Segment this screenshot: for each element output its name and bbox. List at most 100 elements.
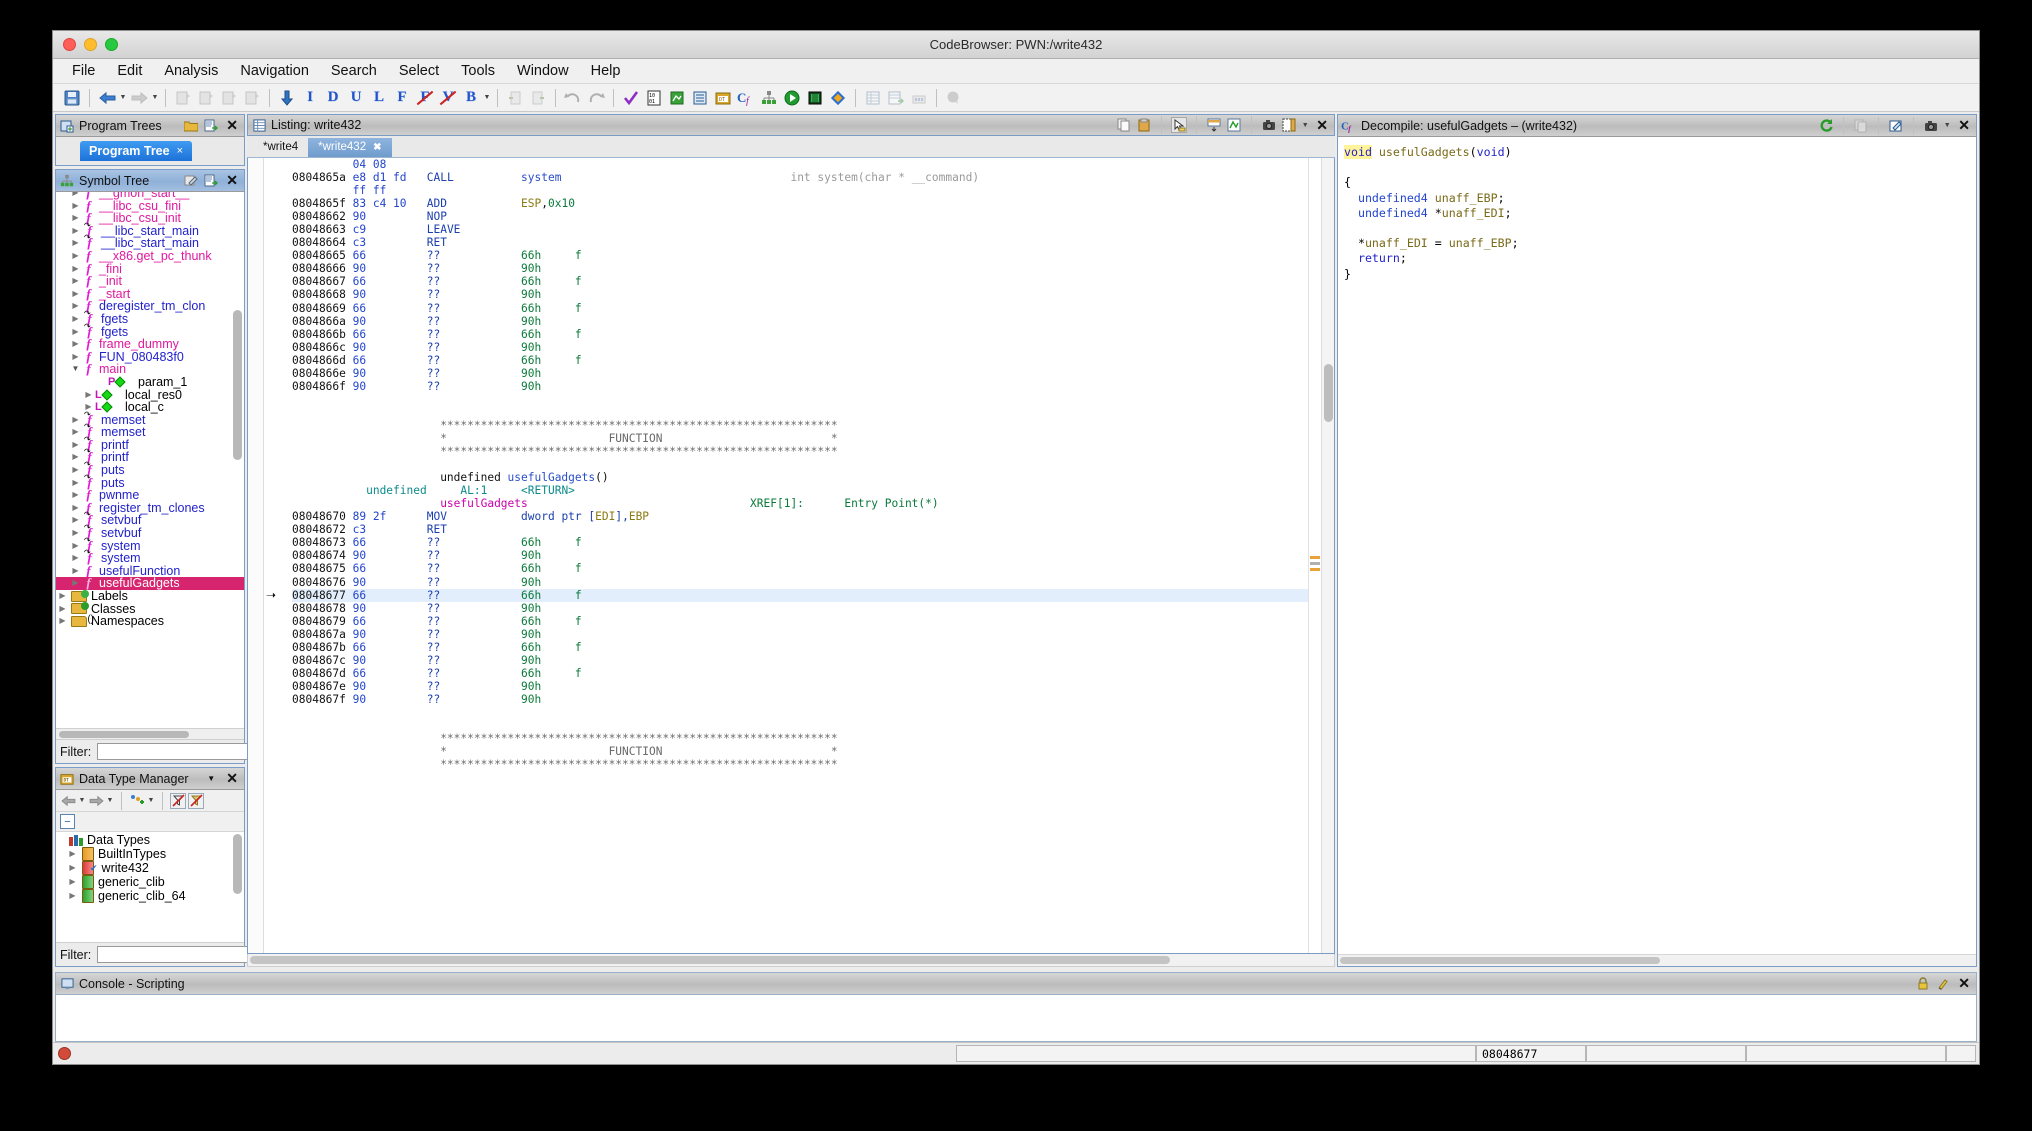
decompile-line[interactable]: undefined4 unaff_EBP; [1344, 191, 1970, 206]
refresh-icon[interactable] [1818, 118, 1834, 134]
chevron-right-icon[interactable]: ▶ [69, 300, 82, 313]
chevron-right-icon[interactable]: ▶ [69, 502, 82, 515]
lock-icon[interactable] [1915, 976, 1931, 992]
close-icon-3[interactable]: ✕ [223, 770, 241, 787]
chevron-right-icon[interactable]: ▶ [69, 275, 82, 288]
listing-row[interactable]: 08048674 90 ?? 90h [292, 549, 1308, 562]
register-manager-icon[interactable] [689, 87, 711, 109]
listing-tab-write4[interactable]: *write4 [253, 138, 308, 157]
chevron-right-icon[interactable]: ▶ [69, 577, 82, 590]
filter-pointer-off-icon[interactable] [188, 792, 204, 809]
chevron-right-icon[interactable]: ▶ [69, 351, 82, 364]
listing-row[interactable]: 0804867c 90 ?? 90h [292, 654, 1308, 667]
data-type-item-generic_clib_64[interactable]: ▶ generic_clib_64 [56, 889, 244, 903]
listing-row[interactable]: 08048662 90 NOP [292, 210, 1308, 223]
listing-row[interactable]: 0804867e 90 ?? 90h [292, 680, 1308, 693]
chevron-right-icon[interactable]: ▶ [69, 565, 82, 578]
edit-icon-2[interactable] [1888, 118, 1904, 134]
chevron-right-icon[interactable]: ▶ [56, 603, 69, 616]
forward-dropdown-icon[interactable]: ▼ [151, 87, 159, 109]
chevron-right-icon[interactable]: ▶ [69, 212, 82, 225]
listing-row[interactable]: 08048675 66 ?? 66h f [292, 562, 1308, 575]
clear-letter-v-icon[interactable]: V [437, 87, 459, 109]
dtm-forward-arrow-icon[interactable] [88, 793, 104, 809]
symbol-tree-filter-input[interactable] [97, 743, 261, 760]
data-type-manager-body[interactable]: Data Types ▶ BuiltInTypes ▶ ✔ write432 ▶ generi… [56, 832, 244, 942]
chevron-right-icon[interactable]: ▶ [56, 615, 69, 628]
decompile-chevron-down-icon[interactable]: ▼ [1943, 115, 1951, 137]
chevron-right-icon[interactable]: ▶ [69, 225, 82, 238]
chevron-down-icon[interactable]: ▼ [69, 363, 82, 376]
listing-row[interactable]: 08048679 66 ?? 66h f [292, 615, 1308, 628]
copy-icon-2[interactable] [1853, 118, 1869, 134]
chevron-right-icon[interactable]: ▶ [56, 590, 69, 603]
paste-icon[interactable] [1136, 117, 1152, 133]
memory-chip-icon[interactable] [804, 87, 826, 109]
new-datatype-dropdown-icon[interactable]: ▼ [147, 790, 155, 812]
decompile-line[interactable] [1344, 160, 1970, 175]
decompile-line[interactable]: void usefulGadgets(void) [1344, 145, 1970, 160]
select-cursor-icon[interactable] [1171, 117, 1188, 133]
chevron-right-icon[interactable]: ▶ [69, 237, 82, 250]
listing-row[interactable]: 08048665 66 ?? 66h f [292, 249, 1308, 262]
listing-code[interactable]: 04 08 0804865a e8 d1 fd CALL system int s… [292, 158, 1308, 771]
chevron-right-icon[interactable]: ▶ [69, 414, 82, 427]
undefine-letter-u-icon[interactable]: U [345, 87, 367, 109]
data-types-root[interactable]: Data Types [56, 833, 244, 847]
symbol-tree-body[interactable]: ▶ f __gmon_start__ ▶ f __libc_csu_fini ▶ f __lib… [56, 192, 244, 728]
data-type-list[interactable]: Data Types ▶ BuiltInTypes ▶ ✔ write432 ▶ generi… [56, 832, 244, 942]
chevron-right-icon[interactable]: ▶ [69, 552, 82, 565]
listing-row[interactable]: 0804867b 66 ?? 66h f [292, 641, 1308, 654]
menu-navigation[interactable]: Navigation [229, 61, 320, 81]
chevron-right-icon[interactable]: ▶ [69, 250, 82, 263]
listing-row[interactable]: 08048663 c9 LEAVE [292, 223, 1308, 236]
chevron-right-icon[interactable]: ▶ [69, 439, 82, 452]
clear-icon[interactable] [1935, 976, 1951, 992]
listing-row[interactable]: 0804865a e8 d1 fd CALL system int system… [292, 171, 1308, 184]
back-dropdown-icon[interactable]: ▼ [119, 87, 127, 109]
snapshot-window-icon[interactable] [172, 87, 194, 109]
dtm-back-arrow-icon[interactable] [60, 793, 76, 809]
snapshot-icon-2[interactable] [203, 173, 219, 189]
symbol-tree-item-param_1[interactable]: Pparam_1 [56, 376, 244, 389]
decompile-code[interactable]: void usefulGadgets(void) { undefined4 un… [1344, 145, 1970, 282]
table-icon[interactable] [862, 87, 884, 109]
listing-row[interactable]: 0804866d 66 ?? 66h f [292, 354, 1308, 367]
symbol-tree-item-Labels[interactable]: ▶ Labels [56, 589, 244, 603]
instruction-letter-i-icon[interactable]: I [299, 87, 321, 109]
dtm-forward-dropdown-icon[interactable]: ▼ [106, 790, 114, 812]
diff-previous-icon[interactable] [504, 87, 526, 109]
export-table-icon[interactable] [885, 87, 907, 109]
decompile-line[interactable]: { [1344, 175, 1970, 190]
menu-tools[interactable]: Tools [450, 61, 506, 81]
chevron-right-icon[interactable]: ▶ [69, 464, 82, 477]
chevron-right-icon[interactable]: ▶ [69, 288, 82, 301]
down-arrow-icon[interactable] [276, 87, 298, 109]
listing-row[interactable] [292, 706, 1308, 719]
decompile-line[interactable] [1344, 221, 1970, 236]
bookmark-dropdown-icon[interactable]: ▼ [483, 87, 491, 109]
new-datatype-icon[interactable] [129, 793, 145, 809]
console-output[interactable] [55, 994, 1977, 1042]
close-icon-2[interactable]: ✕ [223, 172, 241, 189]
chevron-right-icon[interactable]: ▶ [69, 514, 82, 527]
listing-row[interactable]: ****************************************… [292, 758, 1308, 771]
listing-row[interactable]: undefined usefulGadgets() [292, 471, 1308, 484]
listing-chevron-down-icon[interactable]: ▼ [1301, 114, 1309, 136]
symbol-tree-item-Namespaces[interactable]: ▶() Namespaces [56, 614, 244, 628]
chevron-down-icon[interactable]: ▼ [203, 771, 219, 787]
symbol-tree-item-pwnme[interactable]: ▶ f pwnme [56, 488, 244, 502]
listing-tab-write432[interactable]: *write432 ✖ [308, 138, 392, 157]
open-folder-icon[interactable] [183, 118, 199, 134]
checkmark-icon[interactable] [620, 87, 642, 109]
chevron-right-icon[interactable]: ▶ [66, 862, 79, 875]
menu-file[interactable]: File [61, 61, 106, 81]
chevron-right-icon[interactable]: ▶ [69, 477, 82, 490]
diff-next-icon[interactable] [527, 87, 549, 109]
menu-help[interactable]: Help [580, 61, 632, 81]
memory-map-icon[interactable] [666, 87, 688, 109]
data-type-item-write432[interactable]: ▶ ✔ write432 [56, 861, 244, 875]
symbol-tree-item-__x86get_pc_thunk[interactable]: ▶ f __x86.get_pc_thunk [56, 249, 244, 263]
listing-row[interactable]: 0804867d 66 ?? 66h f [292, 667, 1308, 680]
listing-vscrollbar[interactable] [1321, 158, 1334, 953]
